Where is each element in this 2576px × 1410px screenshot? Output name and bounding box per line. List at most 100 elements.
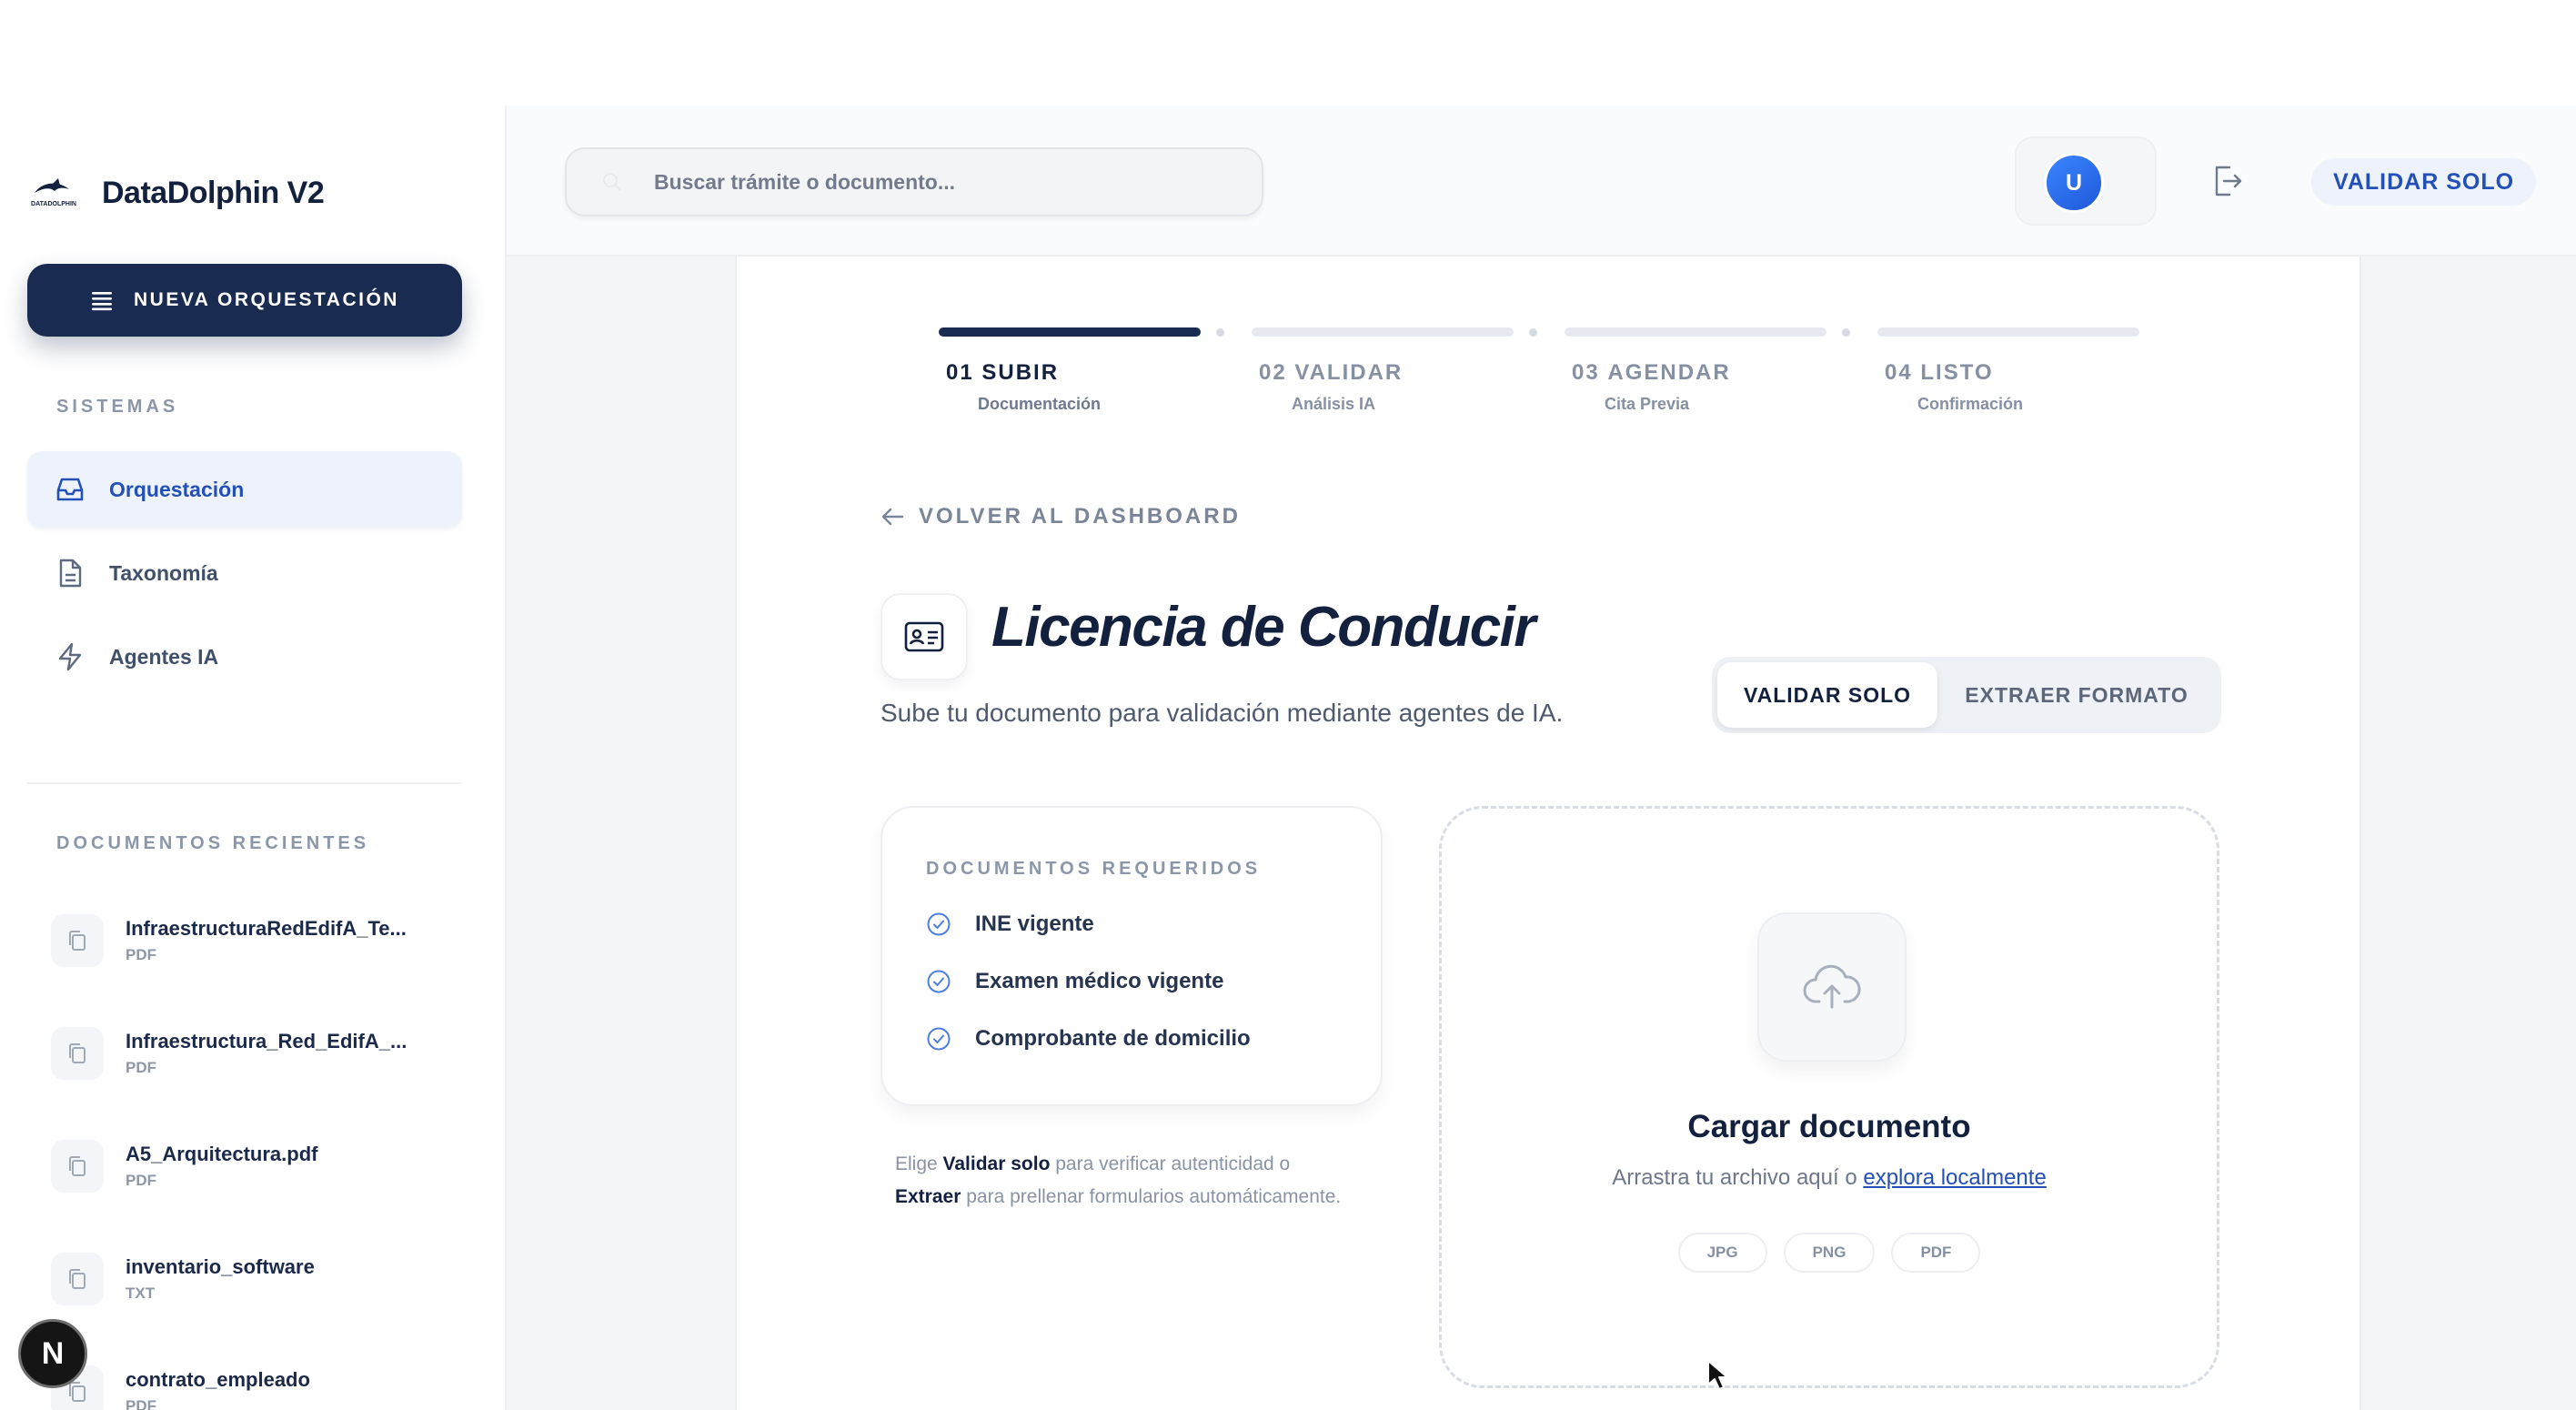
validar-solo-header-button[interactable]: VALIDAR SOLO — [2311, 158, 2537, 206]
format-chip: PDF — [1891, 1233, 1981, 1273]
step-1-label[interactable]: 01 SUBIR — [946, 360, 1059, 386]
step-title: AGENDAR — [1607, 360, 1731, 385]
step-progress-bar — [1252, 327, 1514, 337]
step-progress-bar — [1565, 327, 1826, 337]
recent-doc-item[interactable]: InfraestructuraRedEdifA_Te... PDF — [51, 904, 442, 977]
doc-name: InfraestructuraRedEdifA_Te... — [126, 917, 407, 940]
new-orchestration-button[interactable]: NUEVA ORQUESTACIÓN — [27, 264, 462, 337]
recent-doc-item[interactable]: inventario_software TXT — [51, 1243, 442, 1315]
step-2-label[interactable]: 02 VALIDAR — [1259, 360, 1403, 386]
upload-instructions: Arrastra tu archivo aquí o explora local… — [1612, 1165, 2047, 1190]
doc-name: A5_Arquitectura.pdf — [126, 1143, 318, 1165]
step-number: 03 — [1572, 360, 1600, 385]
sidebar-item-label: Agentes IA — [109, 644, 219, 669]
requirement-label: INE vigente — [975, 911, 1094, 936]
upload-title: Cargar documento — [1687, 1109, 1971, 1144]
dev-tools-badge[interactable]: N — [18, 1319, 87, 1388]
step-progress-bar — [939, 327, 1201, 337]
check-circle-icon — [927, 970, 951, 993]
doc-type: PDF — [126, 1172, 156, 1189]
step-number: 01 — [946, 360, 974, 385]
sidebar-item-taxonomia[interactable]: Taxonomía — [27, 535, 462, 611]
mouse-cursor-icon — [1707, 1360, 1728, 1390]
page-subtitle: Sube tu documento para validación median… — [880, 699, 1564, 727]
copy-icon — [51, 1253, 104, 1305]
hint-bold-extraer: Extraer — [895, 1186, 961, 1207]
back-label: VOLVER AL DASHBOARD — [919, 504, 1241, 529]
step-title: LISTO — [1920, 360, 1994, 385]
top-header: U VALIDAR SOLO — [507, 106, 2576, 257]
requirement-label: Comprobante de domicilio — [975, 1026, 1251, 1051]
check-circle-icon — [927, 1027, 951, 1051]
user-card: U — [2015, 136, 2157, 226]
copy-icon — [51, 1027, 104, 1080]
systems-section-label: SISTEMAS — [56, 397, 179, 417]
sidebar-item-label: Orquestación — [109, 477, 245, 501]
logout-icon[interactable] — [2206, 160, 2248, 202]
arrow-left-icon — [881, 508, 904, 526]
back-to-dashboard-link[interactable]: VOLVER AL DASHBOARD — [880, 504, 1241, 529]
hint-bold-validar: Validar solo — [942, 1153, 1051, 1174]
step-separator-dot — [1216, 328, 1224, 337]
search-input[interactable] — [565, 147, 1263, 217]
main-card: 01 SUBIR Documentación 02 VALIDAR Anális… — [735, 257, 2361, 1410]
toggle-extraer-formato[interactable]: EXTRAER FORMATO — [1937, 662, 2216, 728]
lightning-icon — [58, 642, 82, 671]
doc-type: TXT — [126, 1284, 156, 1302]
step-title: SUBIR — [981, 360, 1060, 385]
list-icon — [92, 292, 113, 311]
sidebar-divider — [27, 782, 462, 784]
app-name: DataDolphin V2 — [102, 175, 325, 210]
step-separator-dot — [1529, 328, 1537, 337]
dolphin-logo-icon: DATADOLPHIN — [31, 178, 76, 207]
copy-icon — [51, 1140, 104, 1193]
sidebar-item-label: Taxonomía — [109, 560, 218, 585]
step-3-sub: Cita Previa — [1605, 395, 1690, 413]
avatar[interactable]: U — [2044, 153, 2104, 213]
browse-local-link[interactable]: explora localmente — [1863, 1165, 2046, 1190]
requirements-card: DOCUMENTOS REQUERIDOS INE vigente Examen… — [880, 806, 1383, 1106]
top-blank-strip — [0, 0, 2576, 106]
step-3-label[interactable]: 03 AGENDAR — [1572, 360, 1731, 386]
recent-doc-item[interactable]: contrato_empleado PDF — [51, 1355, 442, 1410]
toggle-validar-solo[interactable]: VALIDAR SOLO — [1717, 662, 1937, 728]
sidebar: DATADOLPHIN DataDolphin V2 NUEVA ORQUEST… — [0, 106, 507, 1410]
recent-doc-item[interactable]: Infraestructura_Red_EdifA_... PDF — [51, 1017, 442, 1090]
format-chip: JPG — [1677, 1233, 1767, 1273]
id-card-icon — [880, 593, 968, 680]
step-4-sub: Confirmación — [1917, 395, 2024, 413]
doc-name: inventario_software — [126, 1255, 315, 1278]
doc-type: PDF — [126, 946, 156, 963]
inbox-icon — [56, 478, 84, 501]
step-progress-bar — [1877, 327, 2139, 337]
search-icon — [603, 173, 621, 191]
requirement-label: Examen médico vigente — [975, 969, 1224, 993]
document-icon — [59, 559, 82, 588]
requirement-item: INE vigente — [926, 911, 1094, 937]
format-chips: JPG PNG PDF — [1442, 1233, 2217, 1273]
step-4-label[interactable]: 04 LISTO — [1885, 360, 1994, 386]
sidebar-item-orquestacion[interactable]: Orquestación — [27, 451, 462, 528]
page-title: Licencia de Conducir — [991, 596, 1536, 659]
recent-docs-section-label: DOCUMENTOS RECIENTES — [56, 833, 370, 853]
mode-toggle: VALIDAR SOLO EXTRAER FORMATO — [1712, 657, 2221, 733]
doc-type: PDF — [126, 1397, 156, 1410]
step-separator-dot — [1842, 328, 1850, 337]
requirement-item: Comprobante de domicilio — [926, 1026, 1251, 1052]
step-2-sub: Análisis IA — [1292, 395, 1376, 413]
requirements-title: DOCUMENTOS REQUERIDOS — [926, 859, 1262, 879]
new-orchestration-label: NUEVA ORQUESTACIÓN — [134, 289, 399, 310]
step-number: 02 — [1259, 360, 1287, 385]
format-chip: PNG — [1783, 1233, 1876, 1273]
recent-doc-item[interactable]: A5_Arquitectura.pdf PDF — [51, 1130, 442, 1203]
check-circle-icon — [927, 912, 951, 936]
upload-dropzone[interactable]: Cargar documento Arrastra tu archivo aqu… — [1439, 806, 2219, 1388]
step-title: VALIDAR — [1294, 360, 1404, 385]
cloud-upload-icon — [1757, 912, 1907, 1062]
brand[interactable]: DATADOLPHIN DataDolphin V2 — [27, 160, 325, 226]
requirement-item: Examen médico vigente — [926, 969, 1223, 994]
sidebar-item-agentes-ia[interactable]: Agentes IA — [27, 619, 462, 695]
mode-hint: Elige Validar solo para verificar autent… — [895, 1153, 1342, 1207]
copy-icon — [51, 914, 104, 967]
logo-wordmark: DATADOLPHIN — [31, 201, 76, 207]
